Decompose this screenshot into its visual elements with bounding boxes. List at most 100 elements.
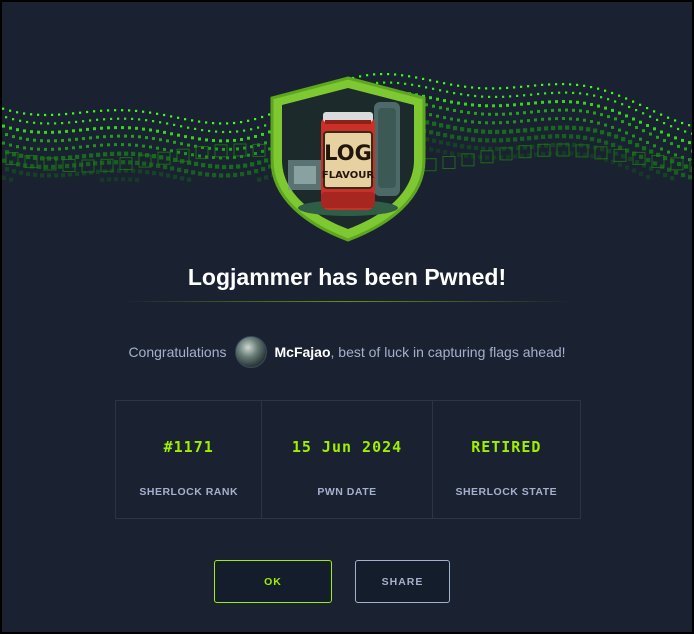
wave-dot	[485, 104, 488, 108]
wave-dot	[5, 116, 8, 119]
wave-dot	[639, 103, 642, 106]
wave-dot	[467, 111, 470, 115]
wave-dot	[450, 83, 453, 86]
wave-dot	[12, 118, 15, 121]
wave-dot	[159, 172, 164, 177]
wave-dot	[516, 128, 521, 133]
wave-dot	[250, 162, 255, 167]
avatar	[234, 336, 267, 368]
wave-dot	[579, 92, 582, 95]
wave-dot	[243, 163, 248, 168]
wave-dot	[674, 170, 679, 175]
wave-dot	[572, 125, 577, 130]
wave-dot	[663, 139, 666, 142]
wave-dot	[551, 91, 554, 95]
wave-dot	[653, 127, 656, 131]
wave-dot	[614, 134, 619, 139]
wave-dot	[576, 134, 581, 139]
wave-dot	[635, 160, 640, 165]
wave-dot	[502, 129, 507, 134]
wave-dot	[478, 87, 481, 90]
wave-dot	[600, 96, 603, 99]
wave-dot	[51, 130, 54, 134]
wave-dot	[450, 134, 455, 139]
wave-dot	[54, 173, 59, 178]
wave-dot	[520, 85, 523, 88]
wave-dot	[145, 136, 148, 140]
wave-dot	[26, 137, 29, 141]
wave-dot	[548, 83, 551, 86]
wave-dot	[646, 107, 649, 110]
ok-button[interactable]: OK	[214, 560, 332, 603]
wave-dot	[551, 142, 556, 148]
wave-dot	[194, 161, 199, 166]
wave-dot	[485, 87, 488, 90]
wave-dot	[37, 147, 40, 151]
wave-dot	[439, 140, 444, 145]
wave-dot	[600, 147, 605, 152]
wave-dot	[590, 120, 593, 123]
wave-dot	[131, 151, 136, 156]
wave-dot	[481, 146, 486, 151]
wave-dot	[236, 147, 239, 151]
wave-dot	[257, 160, 262, 165]
wave-dot	[61, 139, 64, 142]
wave-dot	[110, 134, 113, 138]
wave-dot	[229, 147, 232, 151]
wave-dot	[432, 87, 435, 90]
stat-pwn-date: 15 Jun 2024 PWN DATE	[261, 400, 433, 519]
wave-dot	[586, 93, 589, 96]
wave-dot	[439, 89, 442, 92]
wave-dot	[107, 126, 110, 130]
wave-dot	[40, 173, 45, 178]
wave-dot	[471, 120, 474, 124]
wave-dot	[75, 154, 80, 159]
wave-dot	[565, 91, 568, 94]
wave-dot	[572, 108, 575, 112]
wave-dot	[184, 135, 187, 139]
wave-dot	[660, 113, 663, 116]
wave-dot	[604, 89, 607, 92]
wave-dot	[75, 120, 78, 123]
wave-dot	[124, 117, 127, 120]
wave-dot	[44, 147, 47, 151]
wave-dot	[107, 143, 110, 147]
wave-dot	[156, 129, 159, 133]
wave-dot	[649, 115, 652, 118]
wave-dot	[548, 117, 551, 121]
wave-dot	[68, 138, 71, 142]
wave-dot	[541, 100, 544, 104]
wave-dot	[121, 126, 124, 130]
wave-dot	[100, 143, 103, 147]
wave-dot	[180, 125, 183, 128]
wave-dot	[467, 145, 472, 150]
wave-dot	[495, 129, 500, 134]
wave-dot	[681, 172, 686, 178]
wave-dot	[439, 123, 444, 128]
wave-dot	[642, 163, 647, 168]
wave-dot	[635, 143, 640, 148]
wave-dot	[464, 85, 467, 88]
wave-dot	[590, 103, 593, 106]
wave-dot	[58, 147, 61, 151]
wave-dot	[548, 134, 553, 139]
share-button[interactable]: SHARE	[355, 560, 450, 603]
wave-dot	[432, 138, 437, 143]
wave-dot	[23, 129, 26, 133]
wave-dot	[170, 115, 173, 118]
wave-dot	[632, 100, 635, 103]
wave-dot	[688, 124, 691, 127]
wave-dot	[509, 112, 512, 116]
wave-dot	[131, 117, 134, 120]
wave-dot	[593, 128, 598, 133]
wave-dot	[114, 143, 117, 147]
wave-dot	[121, 143, 124, 147]
wave-dot	[513, 103, 516, 107]
wave-dot	[639, 171, 644, 176]
wave-dot	[432, 104, 435, 108]
wave-dot	[82, 154, 87, 159]
wave-dot	[611, 91, 614, 95]
wave-dot	[583, 118, 586, 122]
wave-dot	[523, 128, 528, 133]
wave-dot	[446, 141, 451, 146]
